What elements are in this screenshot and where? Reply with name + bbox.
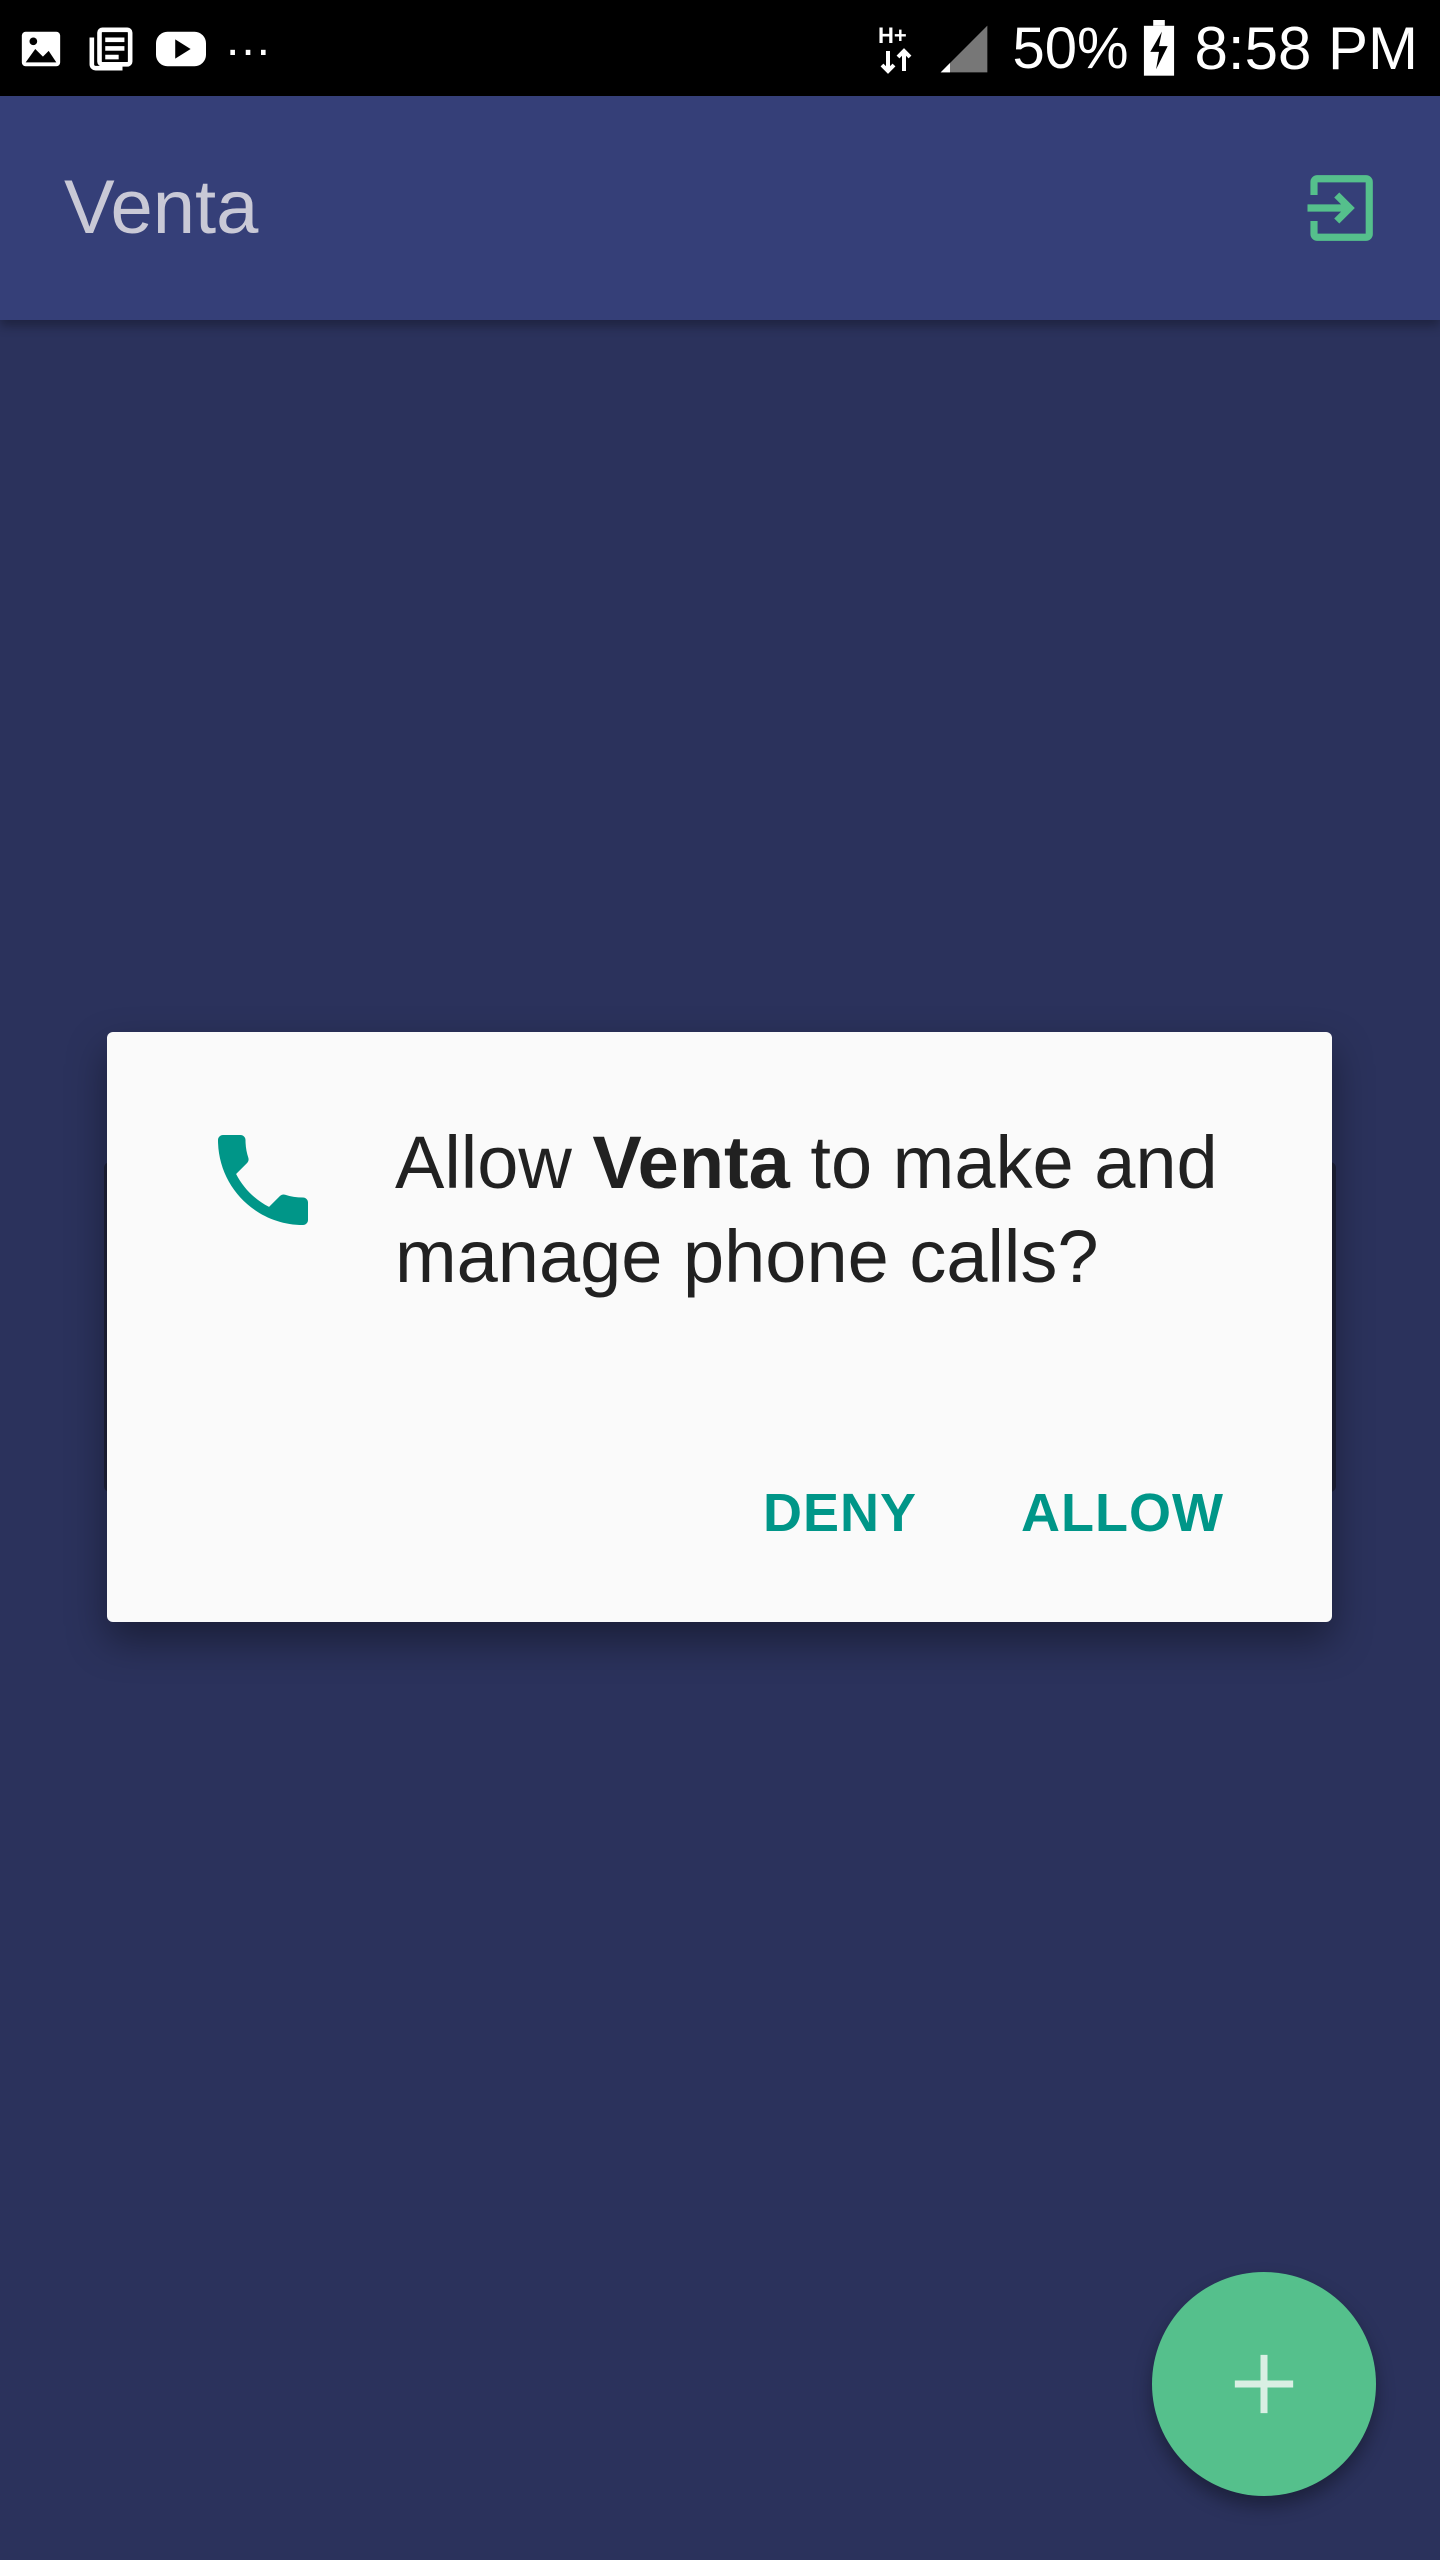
- deny-button[interactable]: DENY: [763, 1472, 917, 1554]
- image-icon: [16, 24, 66, 74]
- app-bar: Venta: [0, 96, 1440, 320]
- notification-icons: ...: [16, 16, 272, 76]
- add-fab-button[interactable]: [1152, 2272, 1376, 2496]
- dialog-actions: DENY ALLOW: [763, 1472, 1224, 1554]
- app-title: Venta: [64, 165, 259, 250]
- plus-icon: [1234, 2354, 1294, 2414]
- system-icons: H+ 50% 8:58 PM: [876, 14, 1418, 84]
- news-icon: [86, 24, 136, 74]
- app-name: Venta: [592, 1121, 790, 1204]
- youtube-icon: [156, 24, 206, 74]
- allow-button[interactable]: ALLOW: [1021, 1472, 1224, 1554]
- permission-message: Allow Venta to make and manage phone cal…: [395, 1116, 1235, 1304]
- clock: 8:58 PM: [1194, 15, 1418, 82]
- exit-to-app-icon: [1307, 175, 1373, 241]
- phone-icon: [203, 1120, 323, 1240]
- exit-button[interactable]: [1294, 162, 1386, 254]
- message-prefix: Allow: [395, 1121, 593, 1204]
- status-bar: ... H+ 50% 8:58 PM: [0, 0, 1440, 96]
- network-type-icon: H+: [876, 21, 920, 77]
- signal-icon: [936, 21, 992, 77]
- battery-percent: 50%: [1012, 16, 1129, 81]
- more-notifications: ...: [226, 13, 273, 66]
- svg-text:H+: H+: [878, 23, 907, 48]
- screen: ... H+ 50% 8:58 PM Venta Allow Venta to …: [0, 0, 1440, 2560]
- battery-charging-icon: [1141, 20, 1177, 78]
- permission-dialog: Allow Venta to make and manage phone cal…: [107, 1032, 1332, 1622]
